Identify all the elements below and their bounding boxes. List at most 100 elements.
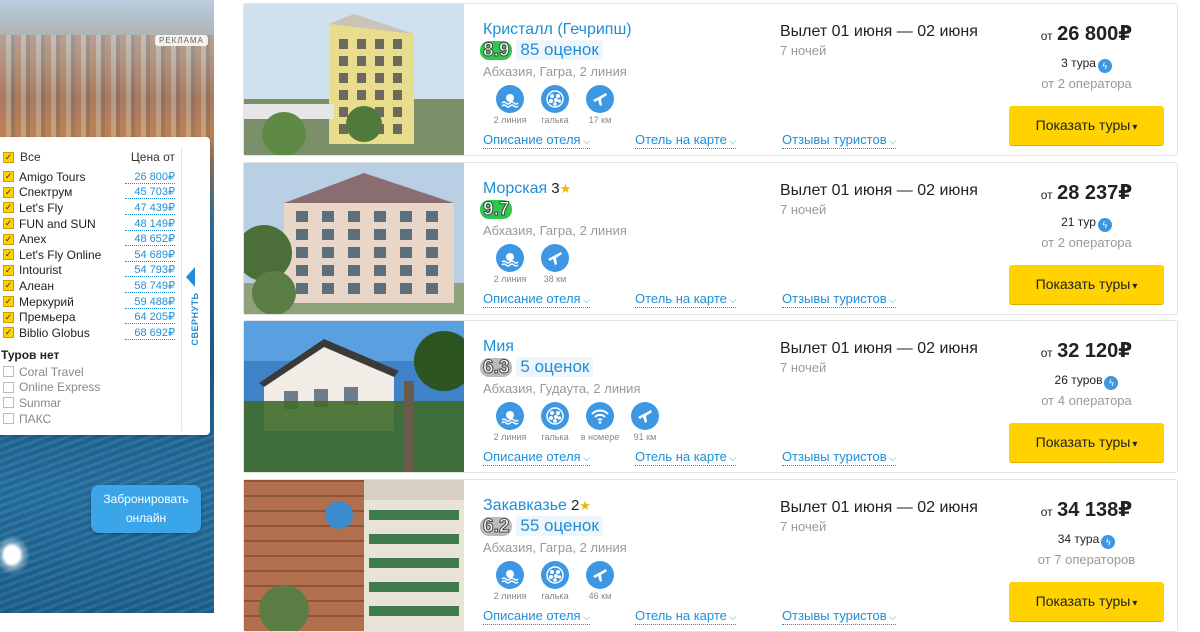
hotel-description-link[interactable]: Описание отеля (483, 450, 590, 466)
checkbox-icon[interactable]: ✓ (3, 264, 14, 276)
operator-name: FUN and SUN (19, 216, 96, 231)
hotel-location: Абхазия, Гагра, 2 линия (483, 223, 627, 238)
operator-option[interactable]: ✓ Biblio Globus 68 692₽ (3, 325, 175, 341)
operator-option[interactable]: ✓ Меркурий 59 488₽ (3, 294, 175, 310)
amenity-label: 91 км (633, 432, 657, 442)
operator-name: Biblio Globus (19, 325, 90, 340)
operator-option[interactable]: ✓ Let's Fly 47 439₽ (3, 200, 175, 216)
arrow-left-icon (186, 267, 195, 287)
tourist-reviews-link[interactable]: Отзывы туристов (782, 292, 896, 308)
book-online-button[interactable]: Забронировать онлайн (91, 485, 201, 533)
operator-price[interactable]: 48 149₽ (125, 217, 175, 231)
operator-price[interactable]: 68 692₽ (125, 326, 175, 340)
beach-line-icon (496, 561, 524, 589)
hotel-photo[interactable] (244, 4, 464, 155)
operator-price[interactable]: 48 652₽ (125, 232, 175, 247)
beach-line-icon (496, 402, 524, 430)
operator-price[interactable]: 64 205₽ (125, 310, 175, 325)
rating-badge: 6.2 (480, 516, 513, 536)
operator-price[interactable]: 59 488₽ (125, 295, 175, 309)
reviews-count-link[interactable]: 5 оценок (516, 357, 594, 377)
checkbox-icon[interactable]: ✓ (3, 296, 14, 308)
price: от 34 138₽ (994, 497, 1179, 522)
reviews-count-link[interactable]: 55 оценок (516, 516, 603, 536)
operator-option[interactable]: ✓ Премьера 64 205₽ (3, 309, 175, 325)
hotel-name[interactable]: Кристалл (Гечрипш) (483, 21, 632, 39)
operator-name: Алеан (19, 278, 54, 293)
checkbox-icon[interactable]: ✓ (3, 311, 14, 323)
hotel-description-link[interactable]: Описание отеля (483, 292, 590, 308)
amenities: 2 линия 38 км (488, 244, 578, 284)
hotel-name[interactable]: Закавказье 2★ (483, 497, 591, 515)
all-operators-option[interactable]: ✓ Все (3, 150, 41, 164)
pebble-icon (541, 85, 569, 113)
nights-count: 7 ночей (780, 43, 827, 58)
lightning-icon: ϟ (1104, 376, 1119, 390)
show-tours-button[interactable]: Показать туры ▾ (1009, 265, 1164, 304)
show-tours-button[interactable]: Показать туры ▾ (1009, 582, 1164, 621)
hotel-photo[interactable] (244, 163, 464, 314)
hotel-map-link[interactable]: Отель на карте (635, 133, 737, 149)
operator-name: ПАКС (19, 411, 52, 426)
hotel-card: Мия 6.3 5 оценок Абхазия, Гудаута, 2 линия 2… (243, 320, 1178, 473)
operator-option[interactable]: ✓ Anex 48 652₽ (3, 231, 175, 247)
checkbox-icon[interactable]: ✓ (3, 171, 14, 183)
tourist-reviews-link[interactable]: Отзывы туристов (782, 133, 896, 149)
show-tours-label: Показать туры (1035, 593, 1131, 609)
nights-count: 7 ночей (780, 519, 827, 534)
checkbox-empty-icon (3, 366, 14, 378)
hotel-map-link[interactable]: Отель на карте (635, 609, 737, 625)
show-tours-label: Показать туры (1035, 117, 1131, 133)
operator-price[interactable]: 54 793₽ (125, 263, 175, 278)
hotel-name-text[interactable]: Мия (483, 338, 514, 355)
airport-icon (586, 561, 614, 589)
tours-count: 3 тура ϟ (994, 56, 1179, 73)
checkbox-icon[interactable]: ✓ (3, 186, 14, 198)
hotel-name-text[interactable]: Морская (483, 180, 547, 197)
ad-banner[interactable]: РЕКЛАМА ✓ Все Цена от ✓ Amigo Tours 26 800… (0, 0, 214, 613)
operator-option[interactable]: ✓ Спектрум 45 703₽ (3, 185, 175, 201)
checkbox-icon[interactable]: ✓ (3, 233, 14, 245)
reviews-count-link[interactable]: 85 оценок (516, 40, 603, 60)
hotel-map-link[interactable]: Отель на карте (635, 450, 737, 466)
hotel-name[interactable]: Мия (483, 338, 514, 356)
price-from-header: Цена от (130, 150, 175, 164)
amenity-item: 2 линия (488, 85, 532, 125)
operator-option[interactable]: ✓ Intourist 54 793₽ (3, 263, 175, 279)
pebble-icon (541, 402, 569, 430)
checkbox-icon[interactable]: ✓ (3, 218, 14, 230)
operator-price[interactable]: 58 749₽ (125, 279, 175, 293)
hotel-description-link[interactable]: Описание отеля (483, 133, 590, 149)
operator-option[interactable]: ✓ Let's Fly Online 54 689₽ (3, 247, 175, 263)
checkbox-icon[interactable]: ✓ (3, 280, 14, 292)
hotel-name[interactable]: Морская 3★ (483, 180, 571, 198)
show-tours-button[interactable]: Показать туры ▾ (1009, 423, 1164, 462)
checkbox-icon[interactable]: ✓ (3, 249, 14, 261)
operator-price[interactable]: 45 703₽ (125, 185, 175, 200)
operator-price[interactable]: 47 439₽ (125, 201, 175, 215)
operator-list: ✓ Amigo Tours 26 800₽ ✓ Спектрум 45 703₽ ✓ Let'… (3, 169, 175, 341)
operator-option[interactable]: ✓ FUN and SUN 48 149₽ (3, 216, 175, 232)
hotel-name-text[interactable]: Кристалл (Гечрипш) (483, 21, 632, 38)
amenity-item: галька (533, 402, 577, 442)
operator-price[interactable]: 54 689₽ (125, 248, 175, 262)
tourist-reviews-link[interactable]: Отзывы туристов (782, 450, 896, 466)
operator-option[interactable]: ✓ Amigo Tours 26 800₽ (3, 169, 175, 185)
hotel-photo[interactable] (244, 480, 464, 631)
checkbox-icon[interactable]: ✓ (3, 327, 14, 339)
hotel-description-link[interactable]: Описание отеля (483, 609, 590, 625)
hotel-photo[interactable] (244, 321, 464, 472)
collapse-button[interactable]: СВЕРНУТЬ (181, 147, 207, 431)
hotel-map-link[interactable]: Отель на карте (635, 292, 737, 308)
checkbox-icon[interactable]: ✓ (3, 151, 14, 163)
operator-price[interactable]: 26 800₽ (125, 170, 175, 184)
operator-option[interactable]: ✓ Алеан 58 749₽ (3, 278, 175, 294)
no-tours-operator: Coral Travel (3, 364, 100, 380)
operator-name: Intourist (19, 263, 62, 278)
checkbox-icon[interactable]: ✓ (3, 202, 14, 214)
hotel-name-text[interactable]: Закавказье (483, 497, 567, 514)
show-tours-button[interactable]: Показать туры ▾ (1009, 106, 1164, 145)
tours-count-text: 3 тура (1061, 56, 1096, 70)
tourist-reviews-link[interactable]: Отзывы туристов (782, 609, 896, 625)
tours-count-text: 26 туров (1054, 373, 1103, 387)
